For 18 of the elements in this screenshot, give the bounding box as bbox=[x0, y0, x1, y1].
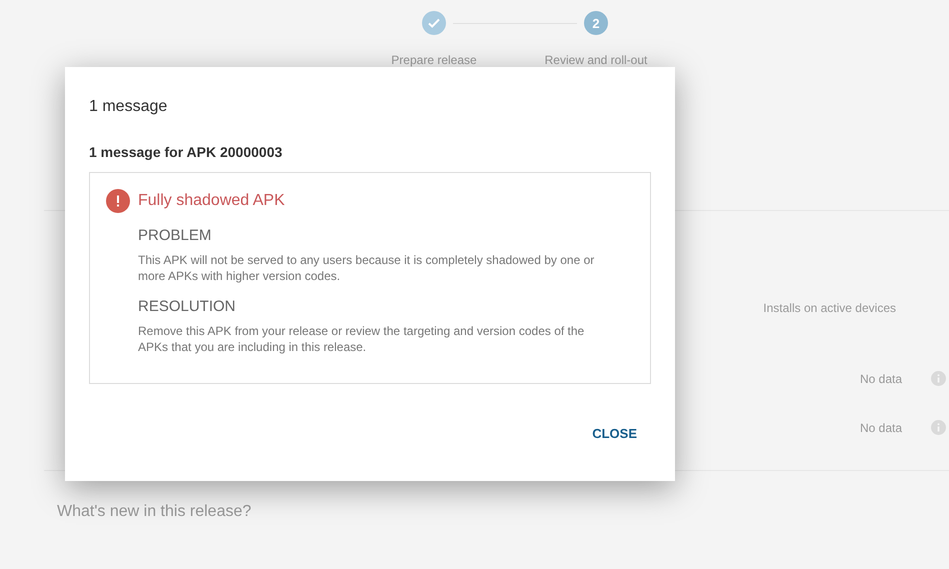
info-icon[interactable] bbox=[931, 371, 946, 386]
step-indicator: 2 bbox=[584, 11, 608, 35]
section-text: This APK will not be served to any users because it is completely shadowed by one or more APKs with higher version codes. bbox=[138, 252, 596, 284]
section-text: Remove this APK from your release or review the targeting and version codes of the APKs that you are including in this release. bbox=[138, 323, 586, 355]
close-button[interactable]: CLOSE bbox=[578, 418, 651, 449]
column-header: Installs on active devices bbox=[762, 301, 897, 315]
info-icon[interactable] bbox=[931, 420, 946, 435]
dialog-title: 1 message bbox=[89, 98, 168, 116]
error-icon bbox=[106, 189, 130, 213]
section-heading: What's new in this release? bbox=[57, 503, 252, 520]
section-heading: RESOLUTION bbox=[138, 298, 237, 315]
section-heading: PROBLEM bbox=[138, 227, 212, 244]
table-cell: No data bbox=[860, 420, 902, 434]
message-title: Fully shadowed APK bbox=[138, 192, 285, 210]
step-label: Prepare release bbox=[390, 53, 478, 67]
dialog-subtitle: 1 message for APK 20000003 bbox=[89, 144, 284, 160]
step-label: Review and roll-out bbox=[544, 53, 648, 67]
table-cell: No data bbox=[860, 372, 902, 386]
